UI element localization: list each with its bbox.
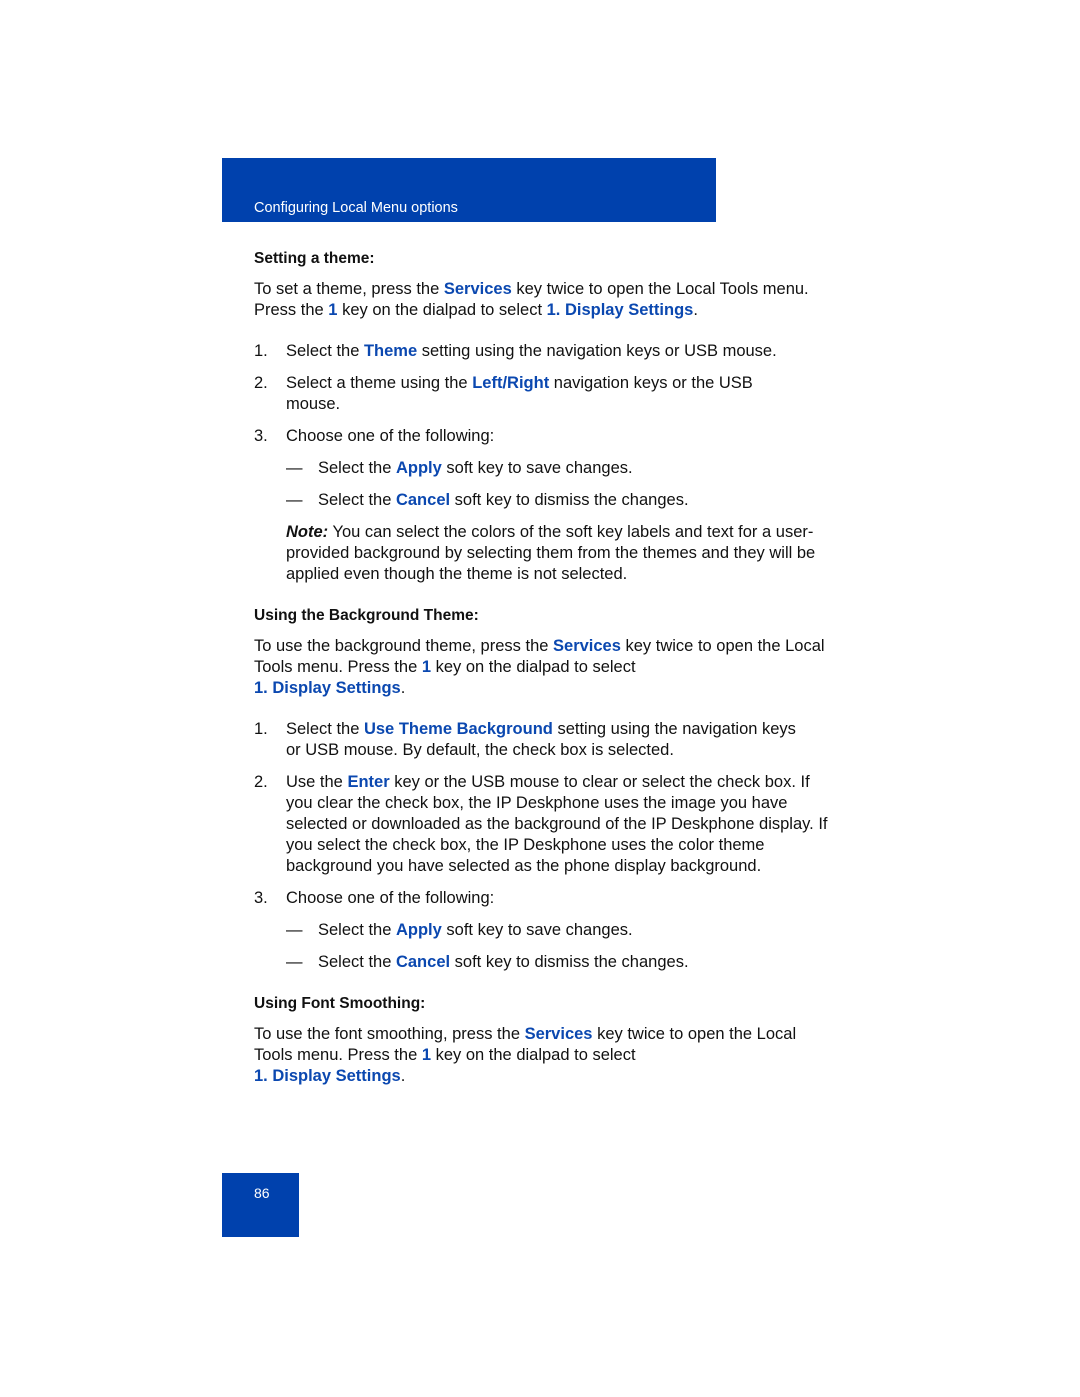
keyword-left: Left	[472, 374, 503, 392]
keyword-services: Services	[524, 1025, 593, 1043]
page-number-box: 86	[222, 1173, 299, 1237]
note-label: Note:	[286, 523, 329, 541]
keyword-display-settings: 1. Display Settings	[546, 301, 694, 319]
dash-bullet: —	[286, 921, 303, 939]
section-intro: To set a theme, press the Services key t…	[254, 280, 809, 319]
list-item: 2. Use the Enter key or the USB mouse to…	[254, 773, 828, 875]
keyword-apply: Apply	[395, 921, 442, 939]
keyword-cancel: Cancel	[395, 491, 451, 509]
page-content: Setting a theme: To set a theme, press t…	[254, 248, 834, 1107]
keyword-1: 1	[421, 658, 432, 676]
chapter-title: Configuring Local Menu options	[254, 200, 458, 216]
keyword-display-settings: 1. Display Settings	[254, 1067, 401, 1085]
list-item: 1. Select the Use Theme Background setti…	[254, 720, 796, 759]
keyword-services: Services	[553, 637, 621, 655]
dash-bullet: —	[286, 953, 303, 971]
option-item: — Select the Cancel soft key to dismiss …	[286, 953, 689, 971]
keyword-apply: Apply	[395, 459, 442, 477]
section-heading-background-theme: Using the Background Theme:	[254, 607, 479, 624]
dash-bullet: —	[286, 491, 303, 509]
section-intro: To use the background theme, press the S…	[254, 637, 825, 697]
keyword-use-theme-background: Use Theme Background	[363, 720, 553, 738]
option-item: — Select the Cancel soft key to dismiss …	[286, 491, 689, 509]
list-item: 3. Choose one of the following:	[254, 427, 495, 445]
option-item: — Select the Apply soft key to save chan…	[286, 921, 633, 939]
chapter-header-band: Configuring Local Menu options	[222, 158, 716, 222]
keyword-right: Right	[507, 374, 550, 392]
keyword-1: 1	[421, 1046, 432, 1064]
keyword-display-settings: 1. Display Settings	[254, 679, 401, 697]
section-intro: To use the font smoothing, press the Ser…	[254, 1025, 797, 1085]
list-item: 1. Select the Theme setting using the na…	[254, 342, 777, 360]
note-paragraph: Note: You can select the colors of the s…	[286, 523, 816, 583]
section-heading-font-smoothing: Using Font Smoothing:	[254, 995, 426, 1012]
list-item: 2. Select a theme using the Left/Right n…	[254, 374, 753, 413]
section-heading-setting-theme: Setting a theme:	[254, 250, 375, 267]
dash-bullet: —	[286, 459, 303, 477]
page-number: 86	[254, 1185, 270, 1201]
keyword-services: Services	[443, 280, 512, 298]
keyword-cancel: Cancel	[395, 953, 451, 971]
keyword-theme: Theme	[363, 342, 418, 360]
keyword-enter: Enter	[347, 773, 390, 791]
list-item: 3. Choose one of the following:	[254, 889, 495, 907]
option-item: — Select the Apply soft key to save chan…	[286, 459, 633, 477]
